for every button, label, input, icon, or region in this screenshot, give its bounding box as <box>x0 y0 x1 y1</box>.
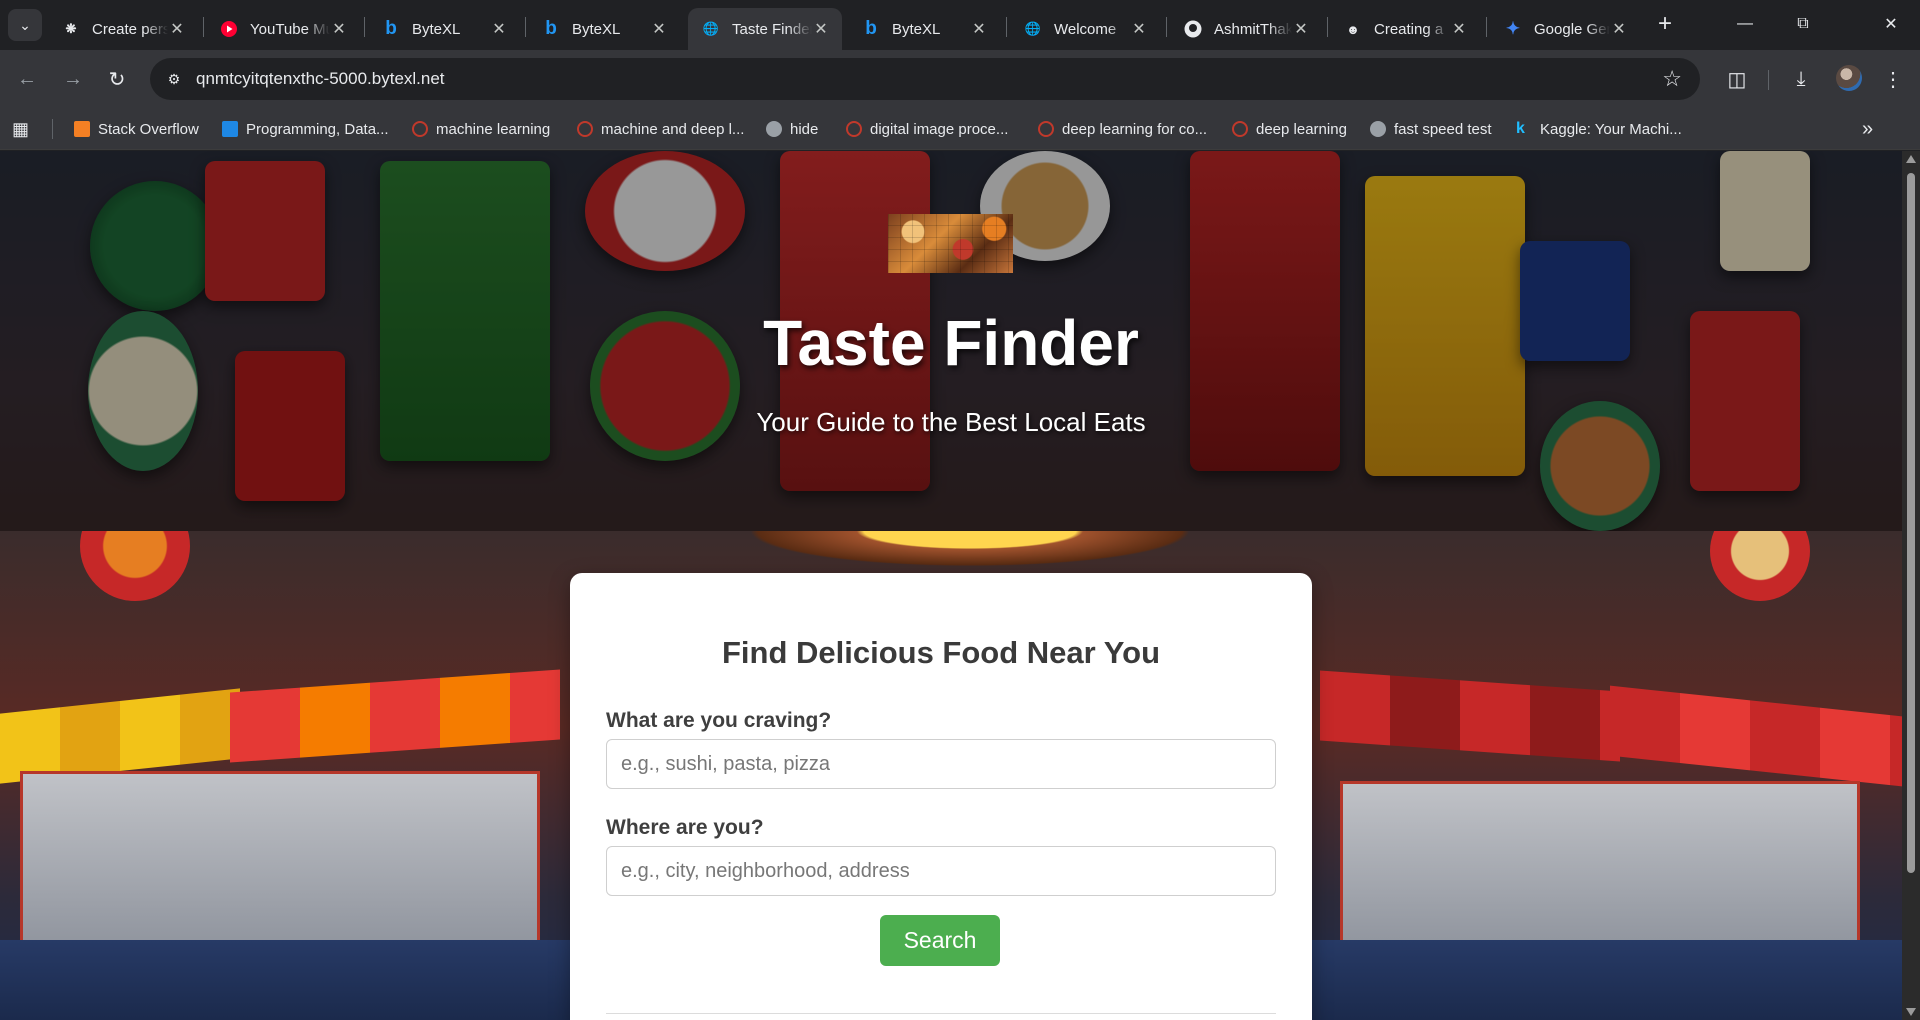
restore-icon: ⧉ <box>1797 15 1809 32</box>
page-scrollbar[interactable] <box>1902 151 1920 1020</box>
bookmark-machine-deep-learning[interactable]: machine and deep l... <box>577 108 744 150</box>
close-icon[interactable]: ✕ <box>650 19 668 39</box>
scroll-up-icon[interactable] <box>1906 155 1916 163</box>
bookmark-deep-learning[interactable]: deep learning <box>1232 108 1347 150</box>
hero-header: Taste Finder Your Guide to the Best Loca… <box>0 151 1902 531</box>
site-icon <box>846 121 862 137</box>
stackoverflow-icon <box>74 121 90 137</box>
close-icon: ✕ <box>1884 16 1898 33</box>
kaggle-icon: k <box>1516 120 1525 137</box>
close-icon[interactable]: ✕ <box>1610 19 1628 39</box>
close-icon[interactable]: ✕ <box>812 19 830 39</box>
search-card: Find Delicious Food Near You What are yo… <box>570 573 1312 1020</box>
location-input[interactable] <box>606 846 1276 896</box>
tab-search-button[interactable]: ⌄ <box>8 9 42 41</box>
arrow-right-icon: → <box>63 67 83 90</box>
close-icon[interactable]: ✕ <box>168 19 186 39</box>
tab-youtube-music[interactable]: YouTube Music ✕ <box>206 8 360 50</box>
scroll-down-icon[interactable] <box>1906 1008 1916 1016</box>
site-icon <box>412 121 428 137</box>
page-subtitle: Your Guide to the Best Local Eats <box>756 407 1146 437</box>
site-icon <box>1232 121 1248 137</box>
close-icon[interactable]: ✕ <box>1130 19 1148 39</box>
location-label: Where are you? <box>606 816 764 839</box>
tab-bytexl-3[interactable]: b ByteXL ✕ <box>848 8 1000 50</box>
menu-kebab-icon[interactable]: ⋮ <box>1878 64 1908 94</box>
tab-bytexl-2[interactable]: b ByteXL ✕ <box>528 8 680 50</box>
bytexl-icon: b <box>545 18 557 39</box>
bookmarks-bar: ▦ Stack Overflow Programming, Data... ma… <box>0 108 1920 150</box>
apps-grid-icon[interactable]: ▦ <box>12 118 34 140</box>
avatar[interactable] <box>1836 65 1862 91</box>
close-icon[interactable]: ✕ <box>330 19 348 39</box>
minimize-button[interactable]: — <box>1716 0 1774 48</box>
github-icon <box>1184 20 1202 38</box>
bookmark-machine-learning[interactable]: machine learning <box>412 108 550 150</box>
close-icon[interactable]: ✕ <box>970 19 988 39</box>
more-bookmarks-icon[interactable]: » <box>1862 118 1873 141</box>
tab-google-gemini[interactable]: ✦ Google Gemini ✕ <box>1490 8 1640 50</box>
bytexl-icon: b <box>865 18 877 39</box>
bookmark-programming-data[interactable]: Programming, Data... <box>222 108 389 150</box>
close-icon[interactable]: ✕ <box>490 19 508 39</box>
close-window-button[interactable]: ✕ <box>1862 0 1920 48</box>
address-url[interactable]: qnmtcyitqtenxthc-5000.bytexl.net <box>196 69 445 89</box>
download-icon[interactable]: ⤓ <box>1786 64 1816 94</box>
bookmark-kaggle[interactable]: k Kaggle: Your Machi... <box>1516 108 1682 150</box>
search-button[interactable]: Search <box>880 915 1000 966</box>
back-button[interactable]: ← <box>10 62 44 96</box>
close-icon[interactable]: ✕ <box>1292 19 1310 39</box>
tab-bytexl-1[interactable]: b ByteXL ✕ <box>368 8 520 50</box>
scrollbar-thumb[interactable] <box>1907 173 1915 873</box>
globe-icon: 🌐 <box>1024 21 1042 36</box>
logo-image <box>888 214 1013 273</box>
page-viewport: Taste Finder Your Guide to the Best Loca… <box>0 151 1902 1020</box>
reload-button[interactable]: ↻ <box>100 62 134 96</box>
copilot-icon: ☻ <box>1346 21 1360 37</box>
tab-creating[interactable]: ☻ Creating a ✕ <box>1330 8 1480 50</box>
extensions-icon[interactable]: ◫ <box>1722 64 1752 94</box>
bookmark-hide[interactable]: hide <box>766 108 818 150</box>
plus-icon: + <box>1657 10 1672 37</box>
tab-welcome[interactable]: 🌐 Welcome ✕ <box>1010 8 1160 50</box>
search-card-title: Find Delicious Food Near You <box>721 635 1161 670</box>
minimize-icon: — <box>1737 15 1753 32</box>
restore-button[interactable]: ⧉ <box>1774 0 1832 48</box>
page-title: Taste Finder <box>763 307 1139 379</box>
reload-icon: ↻ <box>108 68 126 91</box>
address-bar[interactable]: ⚙ qnmtcyitqtenxthc-5000.bytexl.net ☆ <box>150 58 1700 100</box>
bookmark-deep-learning-for-co[interactable]: deep learning for co... <box>1038 108 1207 150</box>
globe-icon <box>766 121 782 137</box>
tab-github[interactable]: AshmitThakur ✕ <box>1170 8 1322 50</box>
tab-create-personal[interactable]: ❋ Create personal ✕ <box>48 8 198 50</box>
close-icon[interactable]: ✕ <box>1450 19 1468 39</box>
bookmark-stack-overflow[interactable]: Stack Overflow <box>74 108 199 150</box>
gemini-icon: ✦ <box>1505 19 1521 38</box>
tab-strip: ⌄ ❋ Create personal ✕ YouTube Music ✕ b … <box>0 0 1920 50</box>
youtube-icon <box>220 20 238 38</box>
new-tab-button[interactable]: + <box>1650 10 1680 40</box>
forward-button[interactable]: → <box>56 62 90 96</box>
globe-icon: 🌐 <box>702 21 720 36</box>
bookmark-fast-speed-test[interactable]: fast speed test <box>1370 108 1492 150</box>
openai-icon: ❋ <box>65 21 77 36</box>
globe-icon <box>1370 121 1386 137</box>
bookmark-star-icon[interactable]: ☆ <box>1662 66 1682 92</box>
chevron-down-icon: ⌄ <box>19 16 31 33</box>
site-info-icon[interactable]: ⚙ <box>164 69 184 89</box>
tab-taste-finder[interactable]: 🌐 Taste Finder ✕ <box>688 8 842 50</box>
site-icon <box>1038 121 1054 137</box>
craving-input[interactable] <box>606 739 1276 789</box>
bytexl-icon: b <box>385 18 397 39</box>
arrow-left-icon: ← <box>17 67 37 90</box>
site-icon <box>222 121 238 137</box>
divider <box>606 1013 1276 1014</box>
site-icon <box>577 121 593 137</box>
craving-label: What are you craving? <box>606 709 832 732</box>
browser-toolbar: ← → ↻ ⚙ qnmtcyitqtenxthc-5000.bytexl.net… <box>0 50 1920 108</box>
bookmark-digital-image[interactable]: digital image proce... <box>846 108 1008 150</box>
